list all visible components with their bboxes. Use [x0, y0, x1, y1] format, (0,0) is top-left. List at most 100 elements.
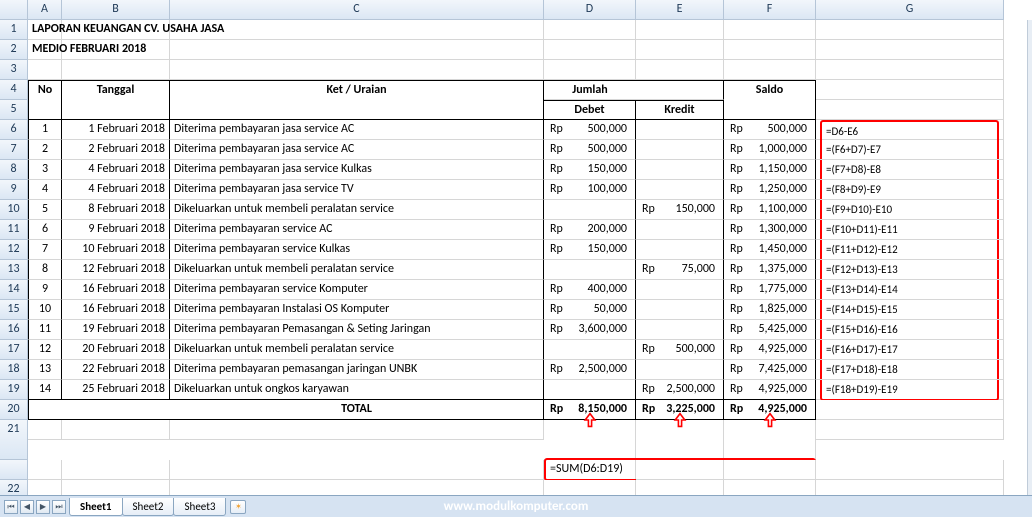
nav-prev-button[interactable]: ◀ [20, 500, 34, 514]
cell-tanggal[interactable]: 12 Februari 2018 [62, 260, 170, 280]
cell[interactable]: Rp1,300,000 [724, 220, 816, 240]
cell[interactable]: Rp1,100,000 [724, 200, 816, 220]
cell[interactable]: Rp150,000 [544, 240, 636, 260]
cell[interactable] [816, 420, 1004, 440]
cell[interactable]: Rp500,000 [724, 120, 816, 140]
cell-no[interactable]: 3 [28, 160, 62, 180]
cell[interactable] [170, 40, 544, 60]
total-label[interactable]: TOTAL [170, 400, 544, 420]
cell-no[interactable]: 6 [28, 220, 62, 240]
cell[interactable] [28, 420, 62, 440]
row-header-12[interactable]: 12 [0, 240, 28, 260]
cell[interactable]: Rp1,250,000 [724, 180, 816, 200]
cell-ket[interactable]: Dikeluarkan untuk ongkos karyawan [170, 380, 544, 400]
cell-tanggal[interactable]: 16 Februari 2018 [62, 300, 170, 320]
header-no[interactable]: No [28, 80, 62, 100]
row-header-8[interactable]: 8 [0, 160, 28, 180]
cell-no[interactable]: 14 [28, 380, 62, 400]
cell[interactable] [544, 40, 636, 60]
cell[interactable] [62, 60, 170, 80]
cell-no[interactable]: 13 [28, 360, 62, 380]
cell[interactable] [636, 160, 724, 180]
cell[interactable] [636, 320, 724, 340]
row-header-1[interactable]: 1 [0, 20, 28, 40]
header-kredit[interactable]: Kredit [636, 100, 724, 120]
cell[interactable]: Rp2,500,000 [636, 380, 724, 400]
cell[interactable] [816, 40, 1004, 60]
cell-tanggal[interactable]: 20 Februari 2018 [62, 340, 170, 360]
cell[interactable] [28, 100, 62, 120]
cell[interactable]: Rp200,000 [544, 220, 636, 240]
spreadsheet[interactable]: ABCDEFG1LAPORAN KEUANGAN CV. USAHA JASA2… [0, 0, 1032, 517]
cell[interactable]: Rp500,000 [636, 340, 724, 360]
cell[interactable] [636, 220, 724, 240]
cell[interactable] [724, 40, 816, 60]
cell[interactable]: Rp1,825,000 [724, 300, 816, 320]
row-header-14[interactable]: 14 [0, 280, 28, 300]
cell-tanggal[interactable]: 1 Februari 2018 [62, 120, 170, 140]
cell[interactable] [170, 20, 544, 40]
cell[interactable] [636, 280, 724, 300]
cell[interactable] [170, 460, 544, 480]
row-header-6[interactable]: 6 [0, 120, 28, 140]
cell[interactable] [724, 20, 816, 40]
cell[interactable] [636, 60, 724, 80]
cell[interactable] [28, 400, 62, 420]
cell[interactable] [544, 20, 636, 40]
cell[interactable] [170, 420, 544, 440]
column-header-F[interactable]: F [724, 0, 816, 20]
row-header-2[interactable]: 2 [0, 40, 28, 60]
column-header-C[interactable]: C [170, 0, 544, 20]
cell[interactable] [816, 100, 1004, 120]
cell[interactable] [544, 200, 636, 220]
cell[interactable]: Rp2,500,000 [544, 360, 636, 380]
cell[interactable] [816, 460, 1004, 480]
cell[interactable]: Rp500,000 [544, 120, 636, 140]
cell[interactable] [636, 140, 724, 160]
cell[interactable] [724, 100, 816, 120]
cell-no[interactable]: 5 [28, 200, 62, 220]
cell-no[interactable]: 9 [28, 280, 62, 300]
cell-ket[interactable]: Diterima pembayaran jasa service TV [170, 180, 544, 200]
cell[interactable] [62, 460, 170, 480]
cell[interactable] [636, 120, 724, 140]
header-debet[interactable]: Debet [544, 100, 636, 120]
cell-ket[interactable]: Diterima pembayaran service AC [170, 220, 544, 240]
cell[interactable] [636, 180, 724, 200]
cell-tanggal[interactable]: 22 Februari 2018 [62, 360, 170, 380]
cell[interactable] [816, 400, 1004, 420]
cell-tanggal[interactable]: 19 Februari 2018 [62, 320, 170, 340]
cell[interactable]: Rp5,425,000 [724, 320, 816, 340]
header-saldo[interactable]: Saldo [724, 80, 816, 100]
cell-tanggal[interactable]: 9 Februari 2018 [62, 220, 170, 240]
cell[interactable] [62, 400, 170, 420]
cell-tanggal[interactable]: 4 Februari 2018 [62, 160, 170, 180]
cell-ket[interactable]: Diterima pembayaran pemasangan jaringan … [170, 360, 544, 380]
cell[interactable]: Rp4,925,000 [724, 380, 816, 400]
cell[interactable] [636, 300, 724, 320]
cell-tanggal[interactable]: 16 Februari 2018 [62, 280, 170, 300]
cell-ket[interactable]: Diterima pembayaran Instalasi OS Kompute… [170, 300, 544, 320]
cell[interactable] [28, 460, 62, 480]
cell[interactable] [636, 460, 724, 480]
cell[interactable] [62, 420, 170, 440]
row-header-7[interactable]: 7 [0, 140, 28, 160]
cell[interactable] [636, 20, 724, 40]
column-header-A[interactable]: A [28, 0, 62, 20]
cell-no[interactable]: 11 [28, 320, 62, 340]
tab-sheet3[interactable]: Sheet3 [173, 498, 226, 516]
row-header-3[interactable]: 3 [0, 60, 28, 80]
cell[interactable] [816, 60, 1004, 80]
tab-sheet1[interactable]: Sheet1 [69, 498, 123, 516]
cell-tanggal[interactable]: 2 Februari 2018 [62, 140, 170, 160]
row-header-4[interactable]: 4 [0, 80, 28, 100]
row-header-19[interactable]: 19 [0, 380, 28, 400]
row-header-21[interactable]: 21 [0, 420, 28, 460]
cell-tanggal[interactable]: 4 Februari 2018 [62, 180, 170, 200]
cell-ket[interactable]: Dikeluarkan untuk membeli peralatan serv… [170, 340, 544, 360]
header-ket[interactable]: Ket / Uraian [170, 80, 544, 100]
cell[interactable]: Rp1,000,000 [724, 140, 816, 160]
header-jumlah[interactable]: Jumlah [544, 80, 636, 100]
cell[interactable] [816, 20, 1004, 40]
cell-tanggal[interactable]: 10 Februari 2018 [62, 240, 170, 260]
